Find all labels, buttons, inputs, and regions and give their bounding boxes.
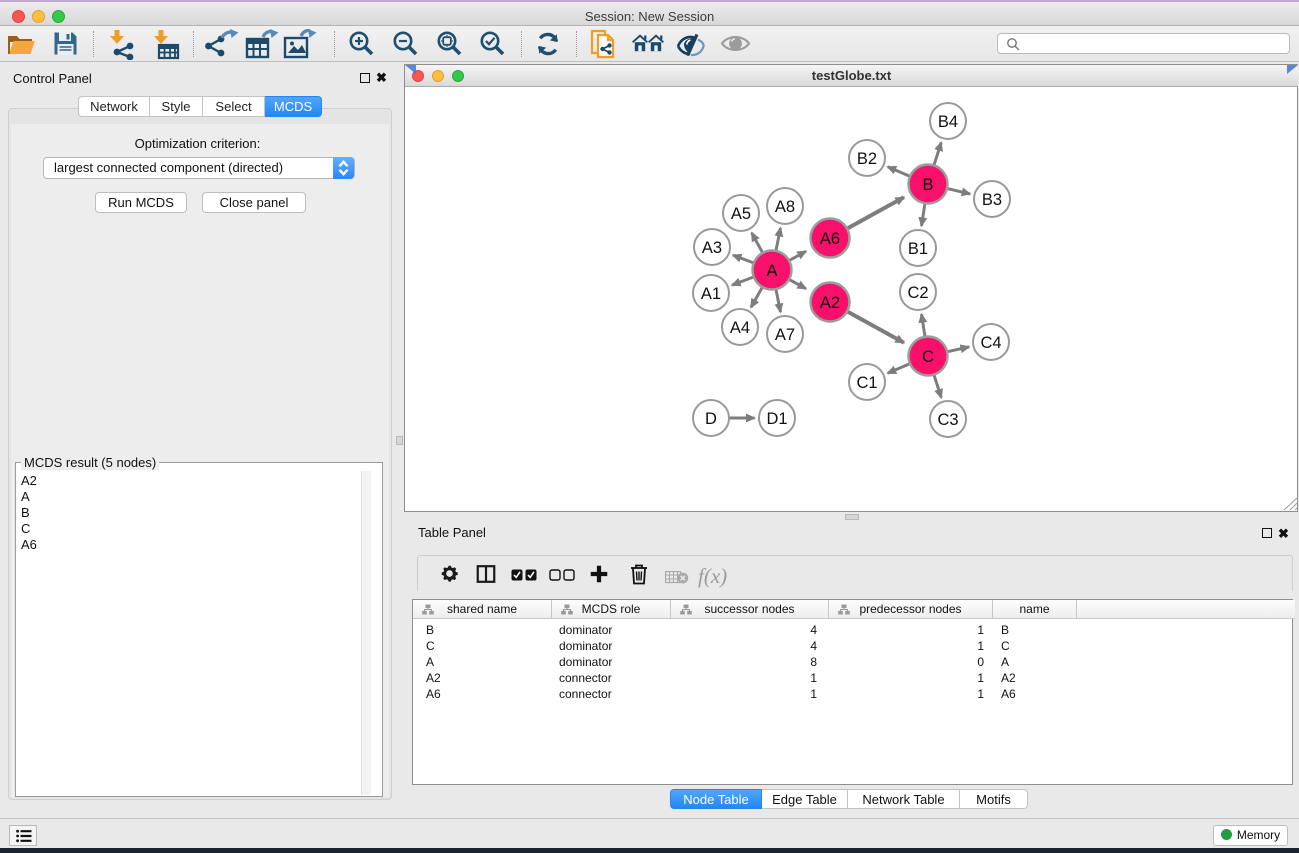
svg-text:B4: B4 <box>938 113 958 131</box>
svg-text:C4: C4 <box>980 334 1001 352</box>
svg-text:A2: A2 <box>820 294 840 312</box>
svg-text:A7: A7 <box>775 326 795 344</box>
svg-text:D1: D1 <box>766 410 787 428</box>
svg-text:B2: B2 <box>857 150 877 168</box>
svg-text:A3: A3 <box>702 239 722 257</box>
svg-text:A6: A6 <box>820 230 840 248</box>
svg-text:A8: A8 <box>775 198 795 216</box>
svg-text:C1: C1 <box>856 374 877 392</box>
svg-text:A5: A5 <box>731 205 751 223</box>
svg-text:C2: C2 <box>907 284 928 302</box>
svg-text:A1: A1 <box>701 285 721 303</box>
svg-text:C: C <box>922 348 934 366</box>
svg-text:B: B <box>922 176 933 194</box>
svg-text:D: D <box>705 410 717 428</box>
svg-text:A4: A4 <box>730 319 750 337</box>
svg-text:C3: C3 <box>937 411 958 429</box>
svg-text:A: A <box>766 262 777 280</box>
svg-text:B3: B3 <box>982 191 1002 209</box>
svg-text:B1: B1 <box>908 240 928 258</box>
